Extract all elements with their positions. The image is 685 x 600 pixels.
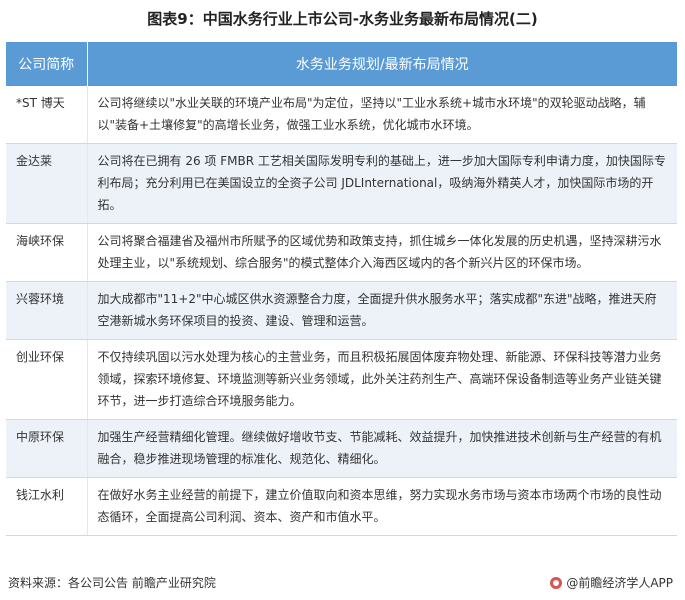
table-row: 金达莱 公司将在已拥有 26 项 FMBR 工艺相关国际发明专利的基础上，进一步…: [6, 143, 677, 224]
table-header-row: 公司简称 水务业务规划/最新布局情况: [6, 42, 677, 86]
page-title: 图表9：中国水务行业上市公司-水务业务最新布局情况(二): [147, 10, 538, 28]
company-layout: 加大成都市"11+2"中心城区供水资源整合力度，全面提升供水服务水平；落实成都"…: [86, 281, 677, 340]
header-company: 公司简称: [6, 42, 88, 86]
source-note: 资料来源：各公司公告 前瞻产业研究院: [8, 576, 216, 590]
company-name: 海峡环保: [6, 223, 87, 282]
table-row: 兴蓉环境 加大成都市"11+2"中心城区供水资源整合力度，全面提升供水服务水平；…: [6, 281, 677, 340]
company-name: *ST 博天: [6, 86, 87, 144]
company-name: 兴蓉环境: [6, 281, 87, 340]
table-row: 钱江水利 在做好水务主业经营的前提下，建立价值取向和资本思维，努力实现水务市场与…: [6, 477, 677, 536]
brand-text: @前瞻经济学人APP: [566, 576, 673, 590]
qianzhan-logo-icon: [550, 576, 563, 589]
table-row: *ST 博天 公司将继续以"水业关联的环境产业布局"为定位，坚持以"工业水系统+…: [6, 86, 677, 144]
header-layout: 水务业务规划/最新布局情况: [87, 42, 677, 86]
table-row: 海峡环保 公司将聚合福建省及福州市所赋予的区域优势和政策支持，抓住城乡一体化发展…: [6, 223, 677, 282]
company-name: 中原环保: [6, 419, 87, 478]
company-layout: 公司将在已拥有 26 项 FMBR 工艺相关国际发明专利的基础上，进一步加大国际…: [86, 143, 677, 224]
company-layout: 在做好水务主业经营的前提下，建立价值取向和资本思维，努力实现水务市场与资本市场两…: [86, 477, 677, 536]
company-name: 创业环保: [6, 339, 87, 420]
company-layout: 加强生产经营精细化管理。继续做好增收节支、节能减耗、效益提升，加快推进技术创新与…: [86, 419, 677, 478]
company-layout: 公司将继续以"水业关联的环境产业布局"为定位，坚持以"工业水系统+城市水环境"的…: [86, 86, 677, 144]
company-name: 金达莱: [6, 143, 87, 224]
table-row: 中原环保 加强生产经营精细化管理。继续做好增收节支、节能减耗、效益提升，加快推进…: [6, 419, 677, 478]
brand-credit: @前瞻经济学人APP: [550, 574, 673, 591]
company-name: 钱江水利: [6, 477, 87, 536]
table-row: 创业环保 不仅持续巩固以污水处理为核心的主营业务，而且积极拓展固体废弃物处理、新…: [6, 339, 677, 420]
company-layout: 不仅持续巩固以污水处理为核心的主营业务，而且积极拓展固体废弃物处理、新能源、环保…: [86, 339, 677, 420]
company-table: 公司简称 水务业务规划/最新布局情况 *ST 博天 公司将继续以"水业关联的环境…: [6, 42, 677, 536]
company-layout: 公司将聚合福建省及福州市所赋予的区域优势和政策支持，抓住城乡一体化发展的历史机遇…: [86, 223, 677, 282]
